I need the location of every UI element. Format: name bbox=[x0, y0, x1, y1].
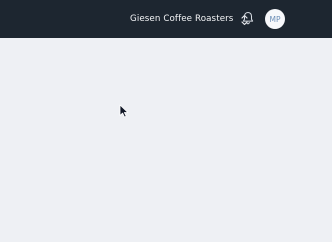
app-window: Giesen Coffee Roasters MP bbox=[0, 0, 332, 242]
user-avatar[interactable]: MP bbox=[265, 9, 285, 29]
top-navigation-bar: Giesen Coffee Roasters MP bbox=[0, 0, 332, 38]
organization-name: Giesen Coffee Roasters bbox=[130, 14, 234, 24]
notifications-button[interactable] bbox=[241, 11, 255, 27]
main-content-area bbox=[0, 38, 332, 242]
bell-icon bbox=[242, 10, 254, 29]
organization-switcher[interactable]: Giesen Coffee Roasters bbox=[126, 10, 249, 28]
